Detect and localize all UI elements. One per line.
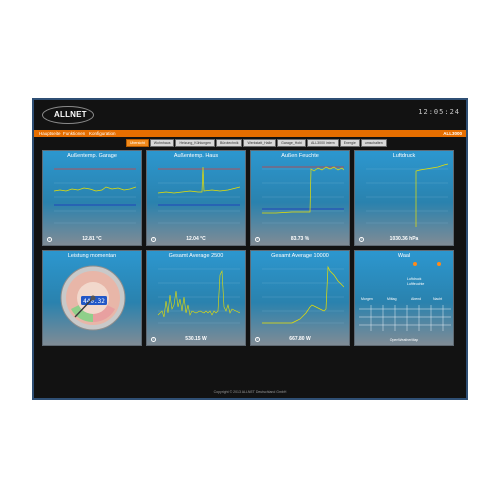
tab-garage[interactable]: Garage_Hobi [277,139,306,147]
tile-aussentemp-garage[interactable]: Außentemp. Garage i 12.81 °C [42,150,142,246]
power-gauge: 440.32 [60,265,126,331]
device-name: ALL3000 [443,131,462,136]
tab-bar: Ubersicht Wohnhaus Heizung_Kühlungen Bür… [126,139,388,147]
tile-title: Gesamt Average 10000 [271,253,329,259]
sun-icon [413,262,417,266]
weather-source: OpenWeatherMap [389,338,419,342]
app-window: ALLNET 12:05:24 Hauptseite Funktionen Ko… [32,98,468,400]
tile-title: Leistung momentan [67,253,117,259]
legend-luftfeuchte: Luftfeuchte [407,282,425,286]
tab-werkstatt[interactable]: Werkstatt_Halle [243,139,277,147]
chart-gesamt-average-2500 [157,268,240,324]
menu-item-hauptseite[interactable]: Hauptseite [39,130,61,137]
tile-value: 1030.36 hPa [389,236,419,242]
tile-luftdruck[interactable]: Luftdruck i 1030.36 hPa [354,150,454,246]
tile-value: 667.80 W [289,336,311,342]
clock-display: 12:05:24 [418,108,460,116]
tile-title: Außen Feuchte [281,153,319,159]
tile-waal-weather[interactable]: Waal Luftdruck Luftfeuchte Morgen Mittag… [354,250,454,346]
forecast-mittag: Mittag [387,297,397,301]
chart-aussen-feuchte [262,166,344,224]
tile-value: 12.81 °C [82,236,102,242]
tab-wohnhaus[interactable]: Wohnhaus [149,139,175,147]
forecast-nacht: Nacht [433,297,443,301]
forecast-grid [359,305,451,331]
tile-gesamt-average-2500[interactable]: Gesamt Average 2500 i 530.15 W [146,250,246,346]
allnet-logo: ALLNET [42,106,94,124]
copyright-footer: Copyright © 2013 ALLNET Deutschland GmbH [213,390,287,394]
tab-ubersicht[interactable]: Ubersicht [126,139,149,147]
menu-item-konfiguration[interactable]: Konfiguration [89,130,116,137]
tile-title: Gesamt Average 2500 [168,253,224,259]
main-menu-bar: Hauptseite Funktionen Konfiguration ALL3… [34,130,466,137]
tile-gesamt-average-10000[interactable]: Gesamt Average 10000 i 667.80 W [250,250,350,346]
chart-luftdruck [366,163,448,227]
forecast-abend: Abend [411,297,422,301]
brand-label: ALLNET [54,110,87,119]
menu-item-funktionen[interactable]: Funktionen [63,130,85,137]
forecast-morgen: Morgen [361,297,373,301]
tile-title: Außentemp. Haus [173,153,219,159]
tile-title: Außentemp. Garage [67,153,117,159]
tab-umschalten[interactable]: umschalten [360,139,387,147]
tab-heizung[interactable]: Heizung_Kühlungen [175,139,215,147]
chart-aussentemp-haus [157,166,240,224]
tab-burotechnik[interactable]: Bürotechnik [216,139,243,147]
tile-title: Luftdruck [392,153,416,159]
tile-value: 12.04 °C [186,236,206,242]
chart-aussentemp-garage [53,168,136,224]
tile-leistung-momentan[interactable]: Leistung momentan 440.32 [42,250,142,346]
tile-value: 83.73 % [290,236,310,242]
tile-title: Waal [397,253,411,259]
tab-energie[interactable]: Energie [339,139,360,147]
sun-icon [437,262,441,266]
tile-aussen-feuchte[interactable]: Außen Feuchte i 83.73 % [250,150,350,246]
chart-gesamt-average-10000 [262,265,344,324]
tile-value: 530.15 W [185,336,207,342]
legend-luftdruck: Luftdruck [407,277,422,281]
tab-all3000[interactable]: ALL3000 intern [306,139,339,147]
tile-aussentemp-haus[interactable]: Außentemp. Haus i 12.04 °C [146,150,246,246]
